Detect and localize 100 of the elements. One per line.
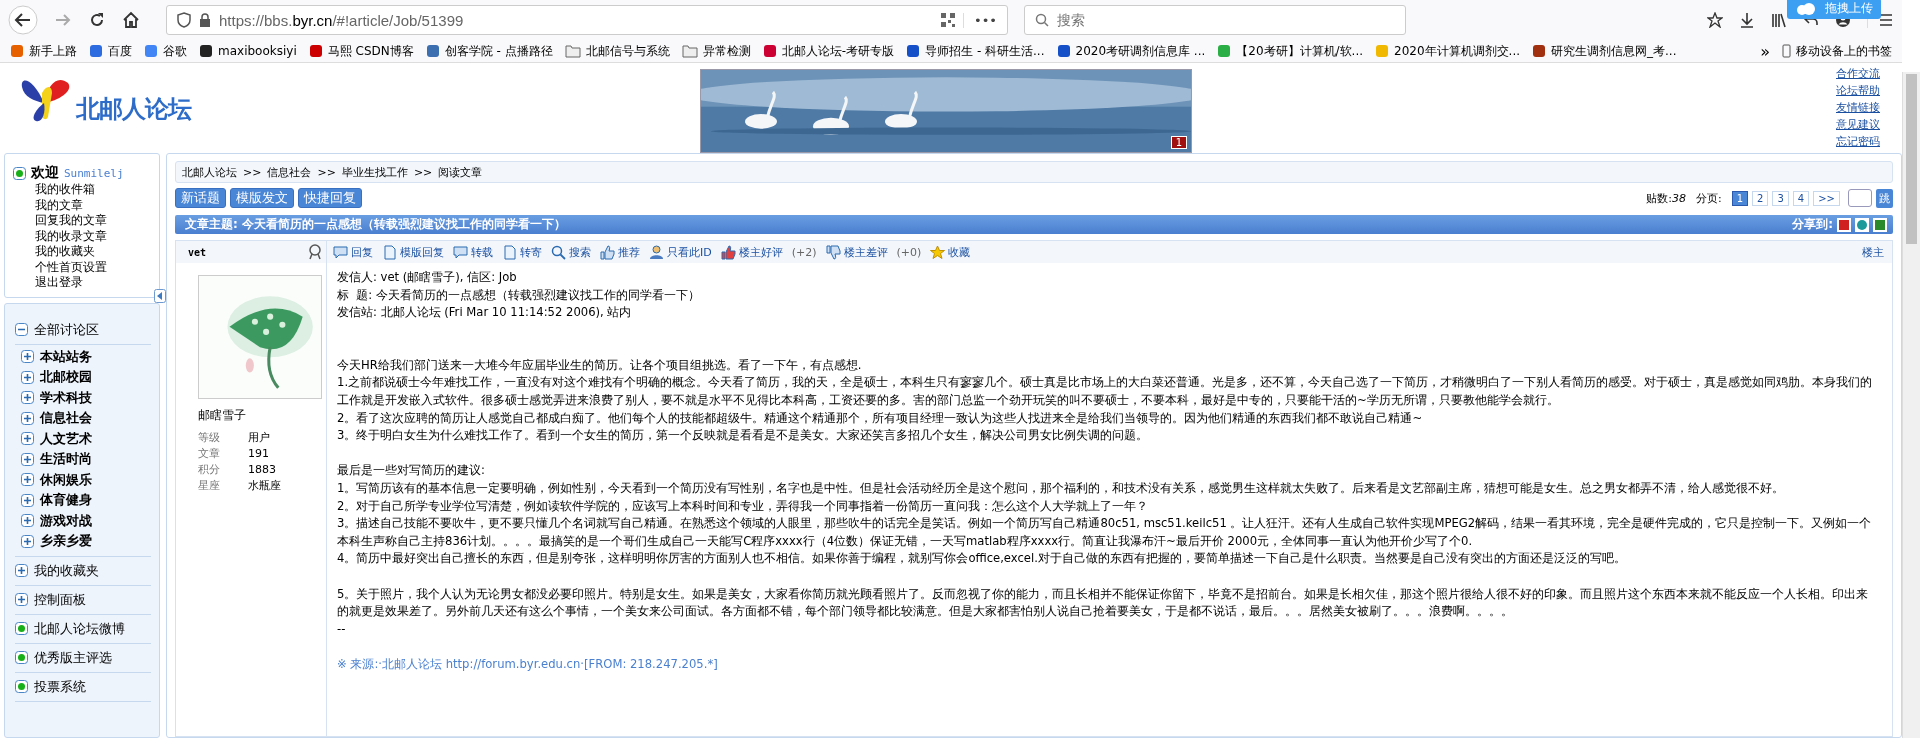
search-field[interactable]: 搜索: [1024, 5, 1406, 35]
share-icon[interactable]: [1837, 217, 1851, 232]
plus-icon[interactable]: [15, 593, 28, 606]
post-action[interactable]: 楼主差评 (+0): [825, 244, 922, 260]
bookmark[interactable]: 新手上路: [10, 42, 77, 60]
post-action[interactable]: 搜索: [551, 244, 591, 260]
share-icon[interactable]: [1873, 217, 1887, 232]
bookmark[interactable]: 百度: [89, 42, 132, 60]
bookmark[interactable]: 北邮信号与系统: [564, 42, 670, 60]
forum-category[interactable]: 人文艺术: [21, 428, 151, 449]
forum-category[interactable]: 乡亲乡爱: [21, 531, 151, 552]
plus-icon[interactable]: [21, 473, 34, 487]
forum-category[interactable]: 北邮校园: [21, 367, 151, 388]
post-action[interactable]: 模版回复: [382, 244, 444, 260]
more-button[interactable]: •••: [963, 12, 997, 28]
header-link[interactable]: 论坛帮助: [1836, 82, 1880, 99]
bookmark[interactable]: 导师招生 - 科研生活...: [906, 42, 1045, 60]
header-link[interactable]: 意见建议: [1836, 116, 1880, 133]
page-link[interactable]: 4: [1792, 190, 1810, 206]
breadcrumb-link[interactable]: 北邮人论坛: [182, 164, 237, 180]
bookmark[interactable]: 谷歌: [144, 42, 187, 60]
plus-icon[interactable]: [15, 564, 28, 577]
user-menu-link[interactable]: 我的收件箱: [13, 182, 149, 198]
nav-item[interactable]: 控制面板: [15, 585, 151, 615]
page-link[interactable]: 3: [1772, 190, 1789, 206]
post-action[interactable]: 收藏: [930, 244, 971, 260]
reload-icon[interactable]: [88, 11, 106, 29]
user-menu-link[interactable]: 回复我的文章: [13, 213, 149, 229]
page-input[interactable]: [1848, 189, 1872, 207]
share-icon[interactable]: [1855, 217, 1869, 232]
username[interactable]: Sunmilelj: [64, 166, 124, 180]
bookmark[interactable]: 【20考研】计算机/软...: [1217, 42, 1364, 60]
nav-item[interactable]: 我的收藏夹: [15, 556, 151, 586]
post-action[interactable]: 转寄: [502, 244, 542, 260]
user-menu-link[interactable]: 退出登录: [13, 275, 149, 291]
plus-icon[interactable]: [21, 534, 34, 548]
bookmark[interactable]: 移动设备上的书签: [1782, 42, 1892, 60]
forum-category[interactable]: 信息社会: [21, 408, 151, 429]
post-action[interactable]: 楼主好评 (+2): [720, 244, 817, 260]
user-menu-link[interactable]: 我的收藏夹: [13, 244, 149, 260]
bookmark[interactable]: 2020考研调剂信息库 ...: [1056, 42, 1206, 60]
download-icon[interactable]: [1739, 12, 1755, 28]
plus-icon[interactable]: [21, 452, 34, 466]
forum-category[interactable]: 体育健身: [21, 490, 151, 511]
nav-item[interactable]: 优秀版主评选: [15, 643, 151, 673]
nav-item[interactable]: 全部讨论区: [15, 315, 151, 345]
plus-icon[interactable]: [21, 493, 34, 507]
bookmark[interactable]: 异常检测: [681, 42, 751, 60]
address-bar[interactable]: https://bbs.byr.cn/#!article/Job/51399 •••: [166, 5, 1008, 35]
bookmark[interactable]: 2020年计算机调剂交...: [1375, 42, 1521, 60]
overflow-button[interactable]: »: [1760, 41, 1770, 61]
page-link[interactable]: 1: [1731, 190, 1749, 206]
plus-icon[interactable]: [21, 514, 34, 528]
page-link[interactable]: 2: [1752, 190, 1769, 206]
forum-category[interactable]: 休闲娱乐: [21, 469, 151, 490]
plus-icon[interactable]: [21, 432, 34, 446]
plus-icon[interactable]: [21, 370, 34, 384]
star-icon[interactable]: [1707, 12, 1723, 28]
breadcrumb-link[interactable]: 毕业生找工作: [341, 164, 408, 180]
header-link[interactable]: 友情链接: [1836, 99, 1880, 116]
bookmark[interactable]: 马熙 CSDN博客: [308, 42, 414, 60]
forum-category[interactable]: 本站站务: [21, 346, 151, 367]
forum-category[interactable]: 游戏对战: [21, 510, 151, 531]
library-icon[interactable]: [1771, 12, 1787, 28]
forum-category[interactable]: 学术科技: [21, 387, 151, 408]
post-action[interactable]: 回复: [333, 244, 373, 260]
site-logo[interactable]: 北邮人论坛: [18, 65, 568, 131]
plus-icon[interactable]: [21, 391, 34, 405]
breadcrumb-link[interactable]: 阅读文章: [438, 164, 483, 180]
author-id[interactable]: vet: [188, 246, 207, 258]
post-action[interactable]: 转载: [453, 244, 493, 260]
header-link[interactable]: 合作交流: [1836, 65, 1880, 82]
plus-icon[interactable]: [21, 411, 34, 425]
user-menu-link[interactable]: 我的文章: [13, 197, 149, 213]
scrollbar[interactable]: [1902, 72, 1920, 738]
back-icon[interactable]: [8, 5, 38, 35]
bookmark[interactable]: 北邮人论坛-考研专版: [762, 42, 895, 60]
bookmark[interactable]: 研究生调剂信息网_考...: [1532, 42, 1677, 60]
menu-icon[interactable]: [1867, 12, 1894, 28]
user-menu-link[interactable]: 个性首页设置: [13, 259, 149, 275]
home-icon[interactable]: [122, 11, 140, 29]
bookmark[interactable]: maxibooksiyi: [199, 44, 297, 58]
go-button[interactable]: 跳: [1876, 188, 1893, 208]
breadcrumb-link[interactable]: 信息社会: [267, 164, 312, 180]
forum-category[interactable]: 生活时尚: [21, 449, 151, 470]
qr-code-icon[interactable]: [941, 13, 955, 27]
post-action[interactable]: 推荐: [600, 244, 640, 260]
action-button[interactable]: 快捷回复: [298, 188, 362, 208]
header-link[interactable]: 忘记密码: [1836, 133, 1880, 150]
page-link[interactable]: >>: [1813, 190, 1840, 206]
plus-icon[interactable]: [21, 350, 34, 364]
post-action[interactable]: 只看此ID: [649, 244, 712, 260]
nav-item[interactable]: 北邮人论坛微博: [15, 614, 151, 644]
user-menu-link[interactable]: 我的收录文章: [13, 228, 149, 244]
nav-item[interactable]: 投票系统: [15, 672, 151, 702]
action-button[interactable]: 模版发文: [230, 188, 294, 208]
minus-icon[interactable]: [15, 323, 28, 336]
bookmark[interactable]: 创客学院 - 点播路径: [425, 42, 553, 60]
collapse-icon[interactable]: [154, 288, 166, 303]
action-button[interactable]: 新话题: [175, 188, 226, 208]
